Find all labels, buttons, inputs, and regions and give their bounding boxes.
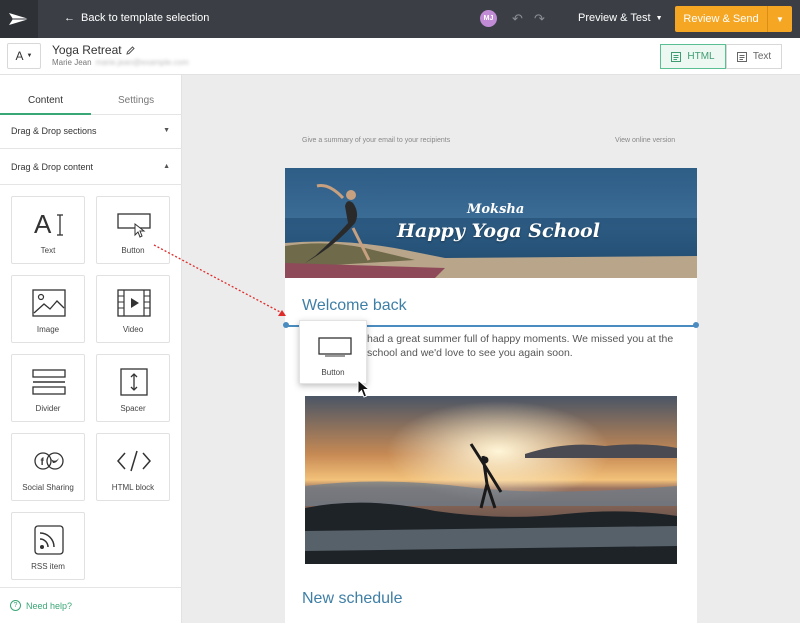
text-icon: A (34, 209, 63, 239)
caret-down-icon[interactable]: ▼ (767, 6, 792, 32)
chevron-down-icon: ▼ (163, 127, 170, 134)
app-logo[interactable] (0, 0, 38, 38)
caret-down-icon: ▼ (655, 14, 663, 22)
schedule-heading[interactable]: New schedule (302, 590, 403, 608)
tile-label: HTML block (111, 483, 155, 492)
owner-name: Marie Jean (52, 58, 92, 67)
campaign-name: Yoga Retreat (52, 43, 122, 57)
content-panel: Content Settings Drag & Drop sections ▼ … (0, 75, 182, 623)
header-banner-image[interactable]: Moksha Happy Yoga School (285, 168, 697, 278)
font-style-label: A (15, 49, 24, 63)
svg-text:f: f (41, 457, 45, 468)
view-html-label: HTML (687, 51, 715, 62)
tile-label: Button (321, 368, 345, 377)
tile-label: Video (122, 325, 144, 334)
button-icon (318, 337, 352, 357)
need-help-label: Need help? (26, 600, 73, 611)
sunset-yoga-image[interactable] (305, 396, 677, 564)
tab-content[interactable]: Content (28, 95, 63, 106)
drop-marker-left (283, 322, 289, 328)
tile-image[interactable]: Image (11, 275, 85, 343)
tile-label: RSS item (31, 562, 65, 571)
view-text-label: Text (752, 51, 772, 62)
caret-down-icon: ▼ (26, 53, 33, 59)
editor-header: A ▼ Yoga Retreat Marie Jean marie.jean@e… (0, 38, 800, 75)
tile-button[interactable]: Button (96, 196, 170, 264)
dd-sections-header[interactable]: Drag & Drop sections ▼ (0, 113, 182, 149)
tile-rss-item[interactable]: RSS item (11, 512, 85, 580)
avatar[interactable]: MJ (480, 10, 497, 27)
button-icon (117, 213, 151, 238)
tile-divider[interactable]: Divider (11, 354, 85, 422)
rss-icon (34, 525, 64, 555)
sunset-yoga-photo (305, 396, 677, 564)
arrow-left-icon: ← (64, 12, 75, 24)
email-body: Moksha Happy Yoga School Welcome back ha… (283, 168, 699, 623)
banner-brand: Moksha (467, 202, 525, 217)
social-sharing-icon: f (34, 452, 64, 470)
owner-email-redacted: marie.jean@example.com (95, 58, 189, 67)
campaign-title[interactable]: Yoga Retreat (52, 43, 135, 57)
divider (0, 587, 182, 588)
spacer-icon (120, 368, 148, 396)
dd-sections-label: Drag & Drop sections (11, 125, 97, 136)
html-doc-icon (671, 51, 682, 62)
welcome-heading[interactable]: Welcome back (302, 297, 407, 315)
email-summary-text[interactable]: Give a summary of your email to your rec… (302, 137, 450, 144)
tab-settings[interactable]: Settings (118, 95, 154, 106)
redo-icon[interactable]: ↷ (534, 11, 545, 27)
tile-label: Image (36, 325, 60, 334)
dd-content-header[interactable]: Drag & Drop content ▲ (0, 149, 182, 185)
view-text-button[interactable]: Text (726, 44, 782, 69)
preview-test-label: Preview & Test (578, 12, 651, 24)
tile-label: Button (121, 246, 145, 255)
tile-spacer[interactable]: Spacer (96, 354, 170, 422)
svg-text:A: A (34, 209, 52, 239)
image-icon (32, 289, 66, 317)
tile-video[interactable]: Video (96, 275, 170, 343)
review-send-label: Review & Send (683, 13, 759, 25)
tile-social-sharing[interactable]: f Social Sharing (11, 433, 85, 501)
tile-label: Divider (35, 404, 61, 413)
view-html-button[interactable]: HTML (660, 44, 726, 69)
divider-icon (32, 369, 66, 395)
review-send-button[interactable]: Review & Send ▼ (675, 6, 792, 32)
back-to-templates-link[interactable]: ← Back to template selection (64, 12, 209, 24)
tile-label: Text (40, 246, 56, 255)
text-doc-icon (736, 51, 747, 62)
preview-test-dropdown[interactable]: Preview & Test ▼ (578, 12, 663, 24)
need-help-link[interactable]: ? Need help? (10, 600, 72, 611)
dd-content-label: Drag & Drop content (11, 161, 94, 172)
chevron-up-icon: ▲ (163, 163, 170, 170)
question-icon: ? (10, 600, 21, 611)
paper-plane-icon (9, 13, 29, 25)
undo-icon[interactable]: ↶ (512, 11, 523, 27)
code-icon (117, 450, 151, 472)
tile-label: Spacer (120, 404, 146, 413)
tile-label: Social Sharing (22, 483, 74, 492)
tile-text[interactable]: A Text (11, 196, 85, 264)
pencil-icon[interactable] (125, 45, 135, 55)
campaign-owner: Marie Jean marie.jean@example.com (52, 58, 189, 67)
tile-html-block[interactable]: HTML block (96, 433, 170, 501)
welcome-paragraph[interactable]: had a great summer full of happy moments… (367, 332, 687, 360)
panel-tabs: Content Settings (0, 87, 182, 115)
font-style-button[interactable]: A ▼ (7, 43, 41, 69)
drop-marker-right (693, 322, 699, 328)
mouse-cursor-icon (357, 379, 371, 398)
back-link-label: Back to template selection (81, 12, 210, 24)
banner-title: Happy Yoga School (397, 220, 600, 242)
video-icon (117, 289, 151, 317)
dragged-button-tile[interactable]: Button (299, 320, 367, 384)
view-online-link[interactable]: View online version (615, 137, 675, 144)
top-bar: ← Back to template selection MJ ↶ ↷ Prev… (0, 0, 800, 38)
